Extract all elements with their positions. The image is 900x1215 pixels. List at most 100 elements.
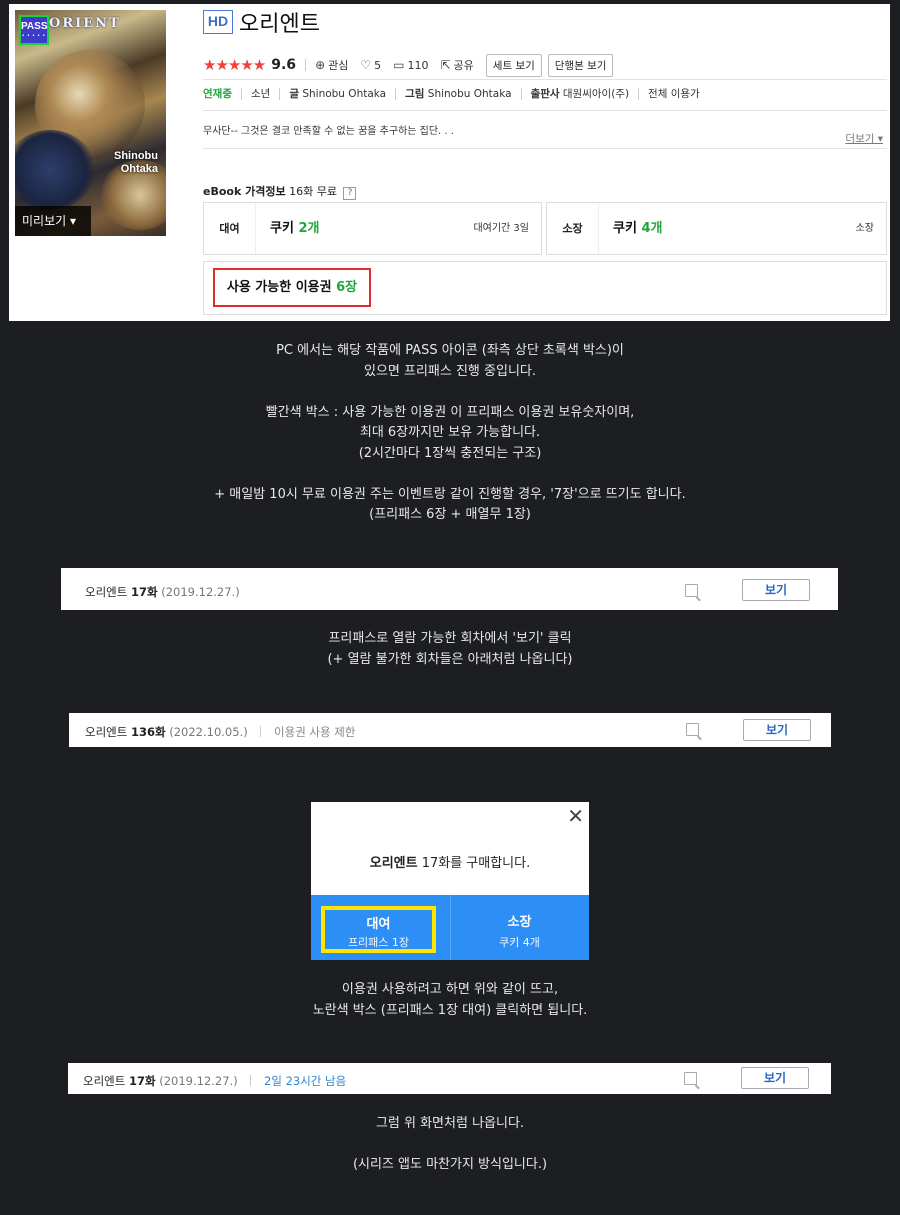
caption-line: PC 에서는 해당 작품에 PASS 아이콘 (좌측 상단 초록색 박스)이 [276,343,624,358]
ticket-restriction-label: 이용권 사용 제한 [274,725,356,739]
caption-line: 이용권 사용하려고 하면 위와 같이 뜨고, [341,982,559,997]
caption-line: 최대 6장까지만 보유 가능합니다. [359,425,541,440]
preview-search-icon[interactable] [685,584,698,597]
rent-price-prefix: 쿠키 [270,221,299,236]
divider [279,87,281,100]
publisher-label: 출판사 [530,88,560,100]
plus-circle-icon: ⊕ [315,58,326,72]
rent-price: 쿠키 2개 [270,203,319,254]
set-view-button[interactable]: 세트 보기 [485,53,542,77]
pass-badge-dots: • • • • • [22,33,46,39]
writer-label: 글 [289,88,299,100]
divider [250,1075,252,1086]
caption-line: (시리즈 앱도 마찬가지 방식입니다.) [352,1157,548,1172]
rent-label: 대여 [204,203,256,254]
meta-tags: 연재중 소년 글 Shinobu Ohtaka 그림 Shinobu Ohtak… [203,86,700,101]
own-price: 쿠키 4개 [613,203,662,254]
ticket-count: 6장 [336,280,358,295]
divider [203,148,887,149]
caption-line: 프리패스로 열람 가능한 회차에서 '보기' 클릭 [328,631,572,646]
publisher-name[interactable]: 대원씨아이(주) [563,86,629,101]
own-price-amount: 4개 [641,221,663,236]
comment-button[interactable]: ▭ 110 [393,58,428,72]
caption-line: 노란색 박스 (프리패스 1장 대여) 클릭하면 됩니다. [312,1002,588,1018]
preview-button[interactable]: 미리보기 ▾ [15,206,91,236]
divider [450,895,451,960]
preview-search-icon[interactable] [686,723,699,736]
rent-title: 대여 [366,917,391,932]
purchase-episode-text: 17화를 구매합니다. [417,856,531,871]
own-subtitle: 쿠키 4개 [499,936,540,949]
pass-badge-label: PASS [21,21,48,32]
view-button[interactable]: 보기 [743,719,811,741]
preview-search-icon[interactable] [684,1072,697,1085]
divider [203,79,887,80]
rent-price-amount: 2개 [298,221,320,236]
help-icon[interactable]: ? [343,187,357,200]
genre-tag[interactable]: 소년 [251,86,270,101]
cover-author-art: Shinobu Ohtaka [114,150,158,175]
view-button[interactable]: 보기 [741,1067,809,1089]
free-episodes: 16화 무료 [289,185,337,198]
price-info-title: eBook 가격정보 [203,185,286,198]
episode-number: 17화 [128,1074,156,1088]
hd-badge: HD [203,10,233,34]
episode-date: (2019.12.27.) [159,1074,238,1088]
series-detail-panel: ORIENT Shinobu Ohtaka PASS • • • • • 미리보… [9,4,890,321]
own-note: 소장 [855,223,874,234]
episode-number: 136화 [130,725,166,739]
episode-series-name: 오리엔트 [85,725,131,739]
episode-series-name: 오리엔트 [83,1074,129,1088]
caption-block: 이용권 사용하려고 하면 위와 같이 뜨고, 노란색 박스 (프리패스 1장 대… [0,980,900,1021]
rent-with-freepass-button[interactable]: 대여 프리패스 1장 [321,906,436,953]
caption-line: 그럼 위 화면처럼 나옵니다. [375,1116,525,1131]
own-price-box[interactable]: 소장 쿠키 4개 소장 [546,202,887,255]
purchase-dialog: ✕ 오리엔트 17화를 구매합니다. 대여 프리패스 1장 소장 쿠키 4개 [311,802,589,960]
episode-info: 오리엔트 136화 (2022.10.05.) 이용권 사용 제한 [85,724,355,740]
interest-label: 관심 [328,59,349,72]
rental-remaining-time: 2일 23시간 남음 [264,1074,347,1088]
own-with-cookie-button[interactable]: 소장 쿠키 4개 [450,895,589,960]
episode-row[interactable]: 오리엔트 17화 (2019.12.27.) 보기 [61,568,838,610]
episode-row[interactable]: 오리엔트 136화 (2022.10.05.) 이용권 사용 제한 보기 [69,713,831,747]
writer-name[interactable]: Shinobu Ohtaka [302,88,386,100]
caption-line: 있으면 프리패스 진행 중입니다. [363,363,536,379]
episode-info: 오리엔트 17화 (2019.12.27.) [85,584,240,600]
comment-count: 110 [407,58,429,72]
series-title: 오리엔트 [239,12,320,37]
ticket-label: 사용 가능한 이용권 [226,280,337,295]
divider [260,726,262,737]
caption-line: 빨간색 박스 : 사용 가능한 이용권 이 프리패스 이용권 보유숫자이며, [265,404,635,420]
caption-line: + 매일밤 10시 무료 이용권 주는 이벤트랑 같이 진행할 경우, '7장'… [214,486,686,502]
comment-icon: ▭ [393,58,405,72]
divider [203,110,887,111]
episode-row[interactable]: 오리엔트 17화 (2019.12.27.) 2일 23시간 남음 보기 [68,1063,831,1094]
artist-name[interactable]: Shinobu Ohtaka [428,88,512,100]
divider [520,87,522,100]
like-count: 5 [374,58,382,72]
close-icon[interactable]: ✕ [567,806,584,826]
caption-line: (2시간마다 1장씩 충전되는 구조) [358,445,542,461]
share-button[interactable]: ⇱ 공유 [440,57,473,73]
episode-date: (2022.10.05.) [169,725,248,739]
view-button[interactable]: 보기 [742,579,810,601]
available-tickets: 사용 가능한 이용권 6장 [213,268,371,307]
episode-info: 오리엔트 17화 (2019.12.27.) 2일 23시간 남음 [83,1073,346,1089]
purchase-series-name: 오리엔트 [369,856,418,871]
share-label: 공유 [453,59,474,72]
price-info-heading: eBook 가격정보 16화 무료 ? [203,183,357,200]
episode-number: 17화 [130,585,158,599]
volume-view-button[interactable]: 단행본 보기 [547,53,614,77]
interest-button[interactable]: ⊕ 관심 [315,57,348,73]
caption-block: 프리패스로 열람 가능한 회차에서 '보기' 클릭 (+ 열람 불가한 회차들은… [0,629,900,670]
cover-image[interactable]: ORIENT Shinobu Ohtaka PASS • • • • • 미리보… [15,10,166,236]
artist-label: 그림 [405,88,425,100]
like-button[interactable]: ♡ 5 [360,58,381,72]
more-link[interactable]: 더보기 ▾ [845,131,883,146]
rent-price-box[interactable]: 대여 쿠키 2개 대여기간 3일 [203,202,542,255]
rating-row: ★★★★★ 9.6 ⊕ 관심 ♡ 5 ▭ 110 ⇱ 공유 세트 보기 단행본 … [203,52,887,78]
series-description: 무사단-- 그것은 결코 만족할 수 없는 꿈을 추구하는 집단. . . [203,126,454,137]
